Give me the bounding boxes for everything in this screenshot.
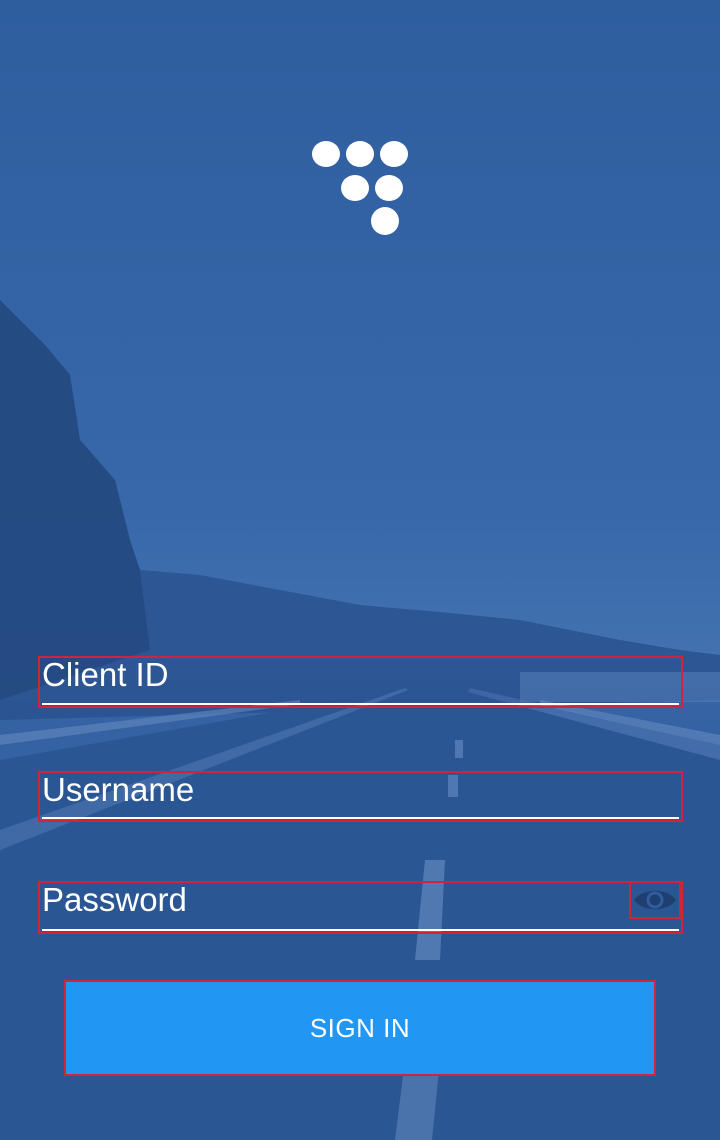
password-underline: [42, 929, 679, 931]
username-underline: [42, 817, 679, 819]
dots-cluster-logo-icon: [312, 141, 408, 235]
show-password-toggle[interactable]: [629, 881, 681, 919]
username-label: Username: [42, 771, 195, 808]
eye-icon: [634, 891, 676, 909]
username-field[interactable]: Username: [38, 771, 683, 822]
client-id-label: Client ID: [42, 656, 169, 693]
password-label: Password: [42, 881, 187, 918]
client-id-underline: [42, 703, 679, 705]
client-id-field[interactable]: Client ID: [38, 656, 683, 708]
sign-in-button[interactable]: SIGN IN: [64, 980, 656, 1076]
password-field[interactable]: Password: [38, 881, 683, 934]
